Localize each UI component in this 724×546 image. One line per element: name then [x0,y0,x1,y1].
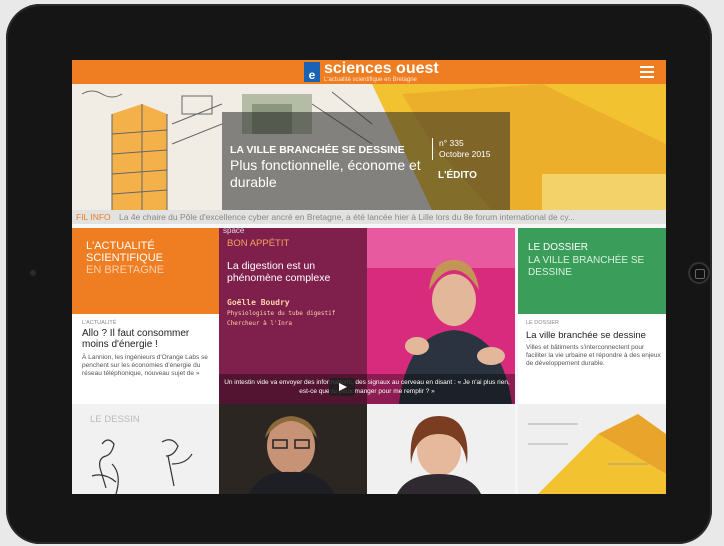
hero-title[interactable]: LA VILLE BRANCHÉE SE DESSINE [230,144,405,156]
issue-number: n° 335 [439,138,464,148]
video-kicker: BON APPÉTIT [227,238,290,249]
tile-dossier-article[interactable]: LE DOSSIER La ville branchée se dessine … [518,314,666,404]
hamburger-menu-icon[interactable] [640,66,654,78]
edito-link[interactable]: L'ÉDITO [438,170,477,181]
video-caption: Un intestin vide va envoyer des informat… [219,374,515,404]
hero-subtitle: Plus fonctionnelle, économe et durable [230,157,421,190]
dossier-kicker: LE DOSSIER [526,320,560,326]
tile-news-article[interactable]: L'ACTUALITÉ Allo ? Il faut consommer moi… [72,314,219,404]
play-icon[interactable] [329,378,355,396]
brand-logo[interactable]: e sciences ouest L'actualité scientifiqu… [304,60,439,84]
article-desc: À Lannion, les ingénieurs d'Orange Labs … [82,354,208,377]
dossier-desc: Villes et bâtiments s'interconnectent po… [526,344,661,367]
tile-dossier[interactable]: LE DOSSIER LA VILLE BRANCHÉE SE DESSINE [518,228,666,314]
tile-video[interactable]: space BON APPÉTIT La digestion est un ph… [219,228,515,404]
top-bar: e sciences ouest L'actualité scientifiqu… [72,60,666,84]
dossier-title: La ville branchée se dessine [526,330,646,341]
home-button[interactable] [688,262,710,284]
tile-photo-woman[interactable] [367,404,515,494]
speaker-name: Goëlle Boudry [227,298,290,307]
issue-date: Octobre 2015 [439,149,491,159]
ticker-text: La 4e chaire du Pôle d'excellence cyber … [119,212,576,222]
logo-mark-icon: e [304,62,320,82]
cartoon-drawing [91,439,193,494]
tile-dessin[interactable]: LE DESSIN [72,404,219,494]
video-title: La digestion est un phénomène complexe [227,260,331,284]
tile-actualite[interactable]: L'ACTUALITÉ SCIENTIFIQUE EN BRETAGNE [72,228,219,314]
app-screen: e sciences ouest L'actualité scientifiqu… [72,60,666,494]
news-ticker[interactable]: FIL INFO La 4e chaire du Pôle d'excellen… [72,210,666,224]
woman-portrait [367,404,515,494]
tile-house-illustration[interactable] [518,404,666,494]
article-kicker: L'ACTUALITÉ [82,320,117,326]
house-illustration [518,404,666,494]
brand-name: sciences ouest [324,60,439,77]
speaker-role: Physiologiste du tube digestif [227,310,336,317]
camera-dot [30,270,36,276]
issue-info: n° 335 Octobre 2015 [432,138,519,160]
video-badge: space [223,228,245,235]
man-portrait [219,404,367,494]
article-title: Allo ? Il faut consommer moins d'énergie… [82,328,190,350]
ticker-label: FIL INFO [76,212,111,222]
tile-photo-man[interactable] [219,404,367,494]
speaker-affiliation: Chercheur à l'Inra [227,320,293,327]
brand-tagline: L'actualité scientifique en Bretagne [324,77,417,83]
